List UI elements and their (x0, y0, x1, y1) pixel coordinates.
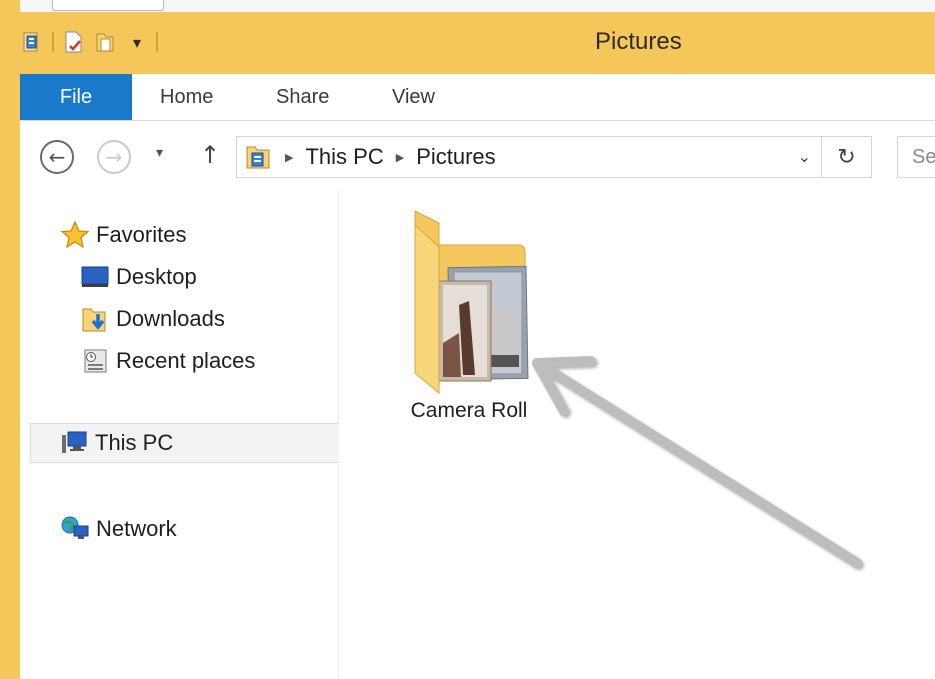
back-arrow-icon: ← (40, 140, 74, 174)
sidebar-item-network[interactable]: Network (58, 509, 177, 549)
sidebar-item-label: Downloads (116, 306, 225, 331)
sidebar-item-label: Network (96, 516, 177, 541)
tab-home[interactable]: Home (160, 74, 213, 120)
folder-with-photos-icon (399, 205, 539, 395)
window-title: Pictures (595, 28, 682, 55)
sidebar-item-label: Desktop (116, 264, 197, 289)
sidebar-item-this-pc[interactable]: This PC (30, 423, 344, 463)
desktop-icon (78, 262, 112, 292)
sidebar-item-label: Favorites (96, 222, 187, 247)
search-input[interactable]: Search Pictures (897, 136, 935, 178)
breadcrumb-separator[interactable]: ▶ (285, 151, 293, 164)
back-button[interactable]: ← (40, 140, 74, 174)
sidebar-item-favorites[interactable]: Favorites (58, 215, 186, 255)
pictures-location-icon (243, 142, 273, 172)
breadcrumb-separator-2[interactable]: ▶ (396, 151, 404, 164)
file-list: Camera Roll (339, 191, 935, 679)
sidebar-item-label: This PC (95, 430, 174, 455)
sidebar-item-label: Recent places (116, 348, 256, 373)
breadcrumb-this-pc[interactable]: This PC (305, 144, 383, 170)
sidebar-item-downloads[interactable]: Downloads (78, 299, 225, 339)
computer-icon (57, 428, 91, 458)
sidebar-item-desktop[interactable]: Desktop (78, 257, 197, 297)
background-window-tab (52, 0, 164, 11)
up-button[interactable]: ↑ (200, 141, 220, 169)
navigation-pane: Favorites Desktop Downloads Recent place… (20, 191, 344, 679)
network-icon (58, 514, 92, 544)
forward-arrow-icon: → (97, 140, 131, 174)
star-icon (58, 220, 92, 250)
ribbon-tabs: File Home Share View (20, 74, 935, 121)
title-bar: ▾ Pictures (20, 12, 935, 74)
recent-places-icon (78, 346, 112, 376)
tab-file[interactable]: File (20, 74, 132, 120)
downloads-icon (78, 304, 112, 334)
navigation-bar: ← → ▾ ↑ ▶ This PC ▶ Pictures ⌄ ↻ Search … (20, 121, 935, 191)
address-dropdown-icon[interactable]: ⌄ (798, 147, 811, 166)
recent-locations-button[interactable]: ▾ (156, 145, 163, 161)
sidebar-item-recent-places[interactable]: Recent places (78, 341, 255, 381)
tab-view[interactable]: View (392, 74, 435, 120)
address-bar[interactable]: ▶ This PC ▶ Pictures ⌄ (236, 136, 822, 178)
annotation-arrow-icon (532, 356, 862, 568)
forward-button[interactable]: → (97, 140, 131, 174)
folder-label: Camera Roll (410, 399, 528, 422)
tab-share[interactable]: Share (276, 74, 329, 120)
window-left-border (0, 0, 20, 679)
refresh-button[interactable]: ↻ (822, 136, 872, 178)
breadcrumb-pictures[interactable]: Pictures (416, 144, 495, 170)
